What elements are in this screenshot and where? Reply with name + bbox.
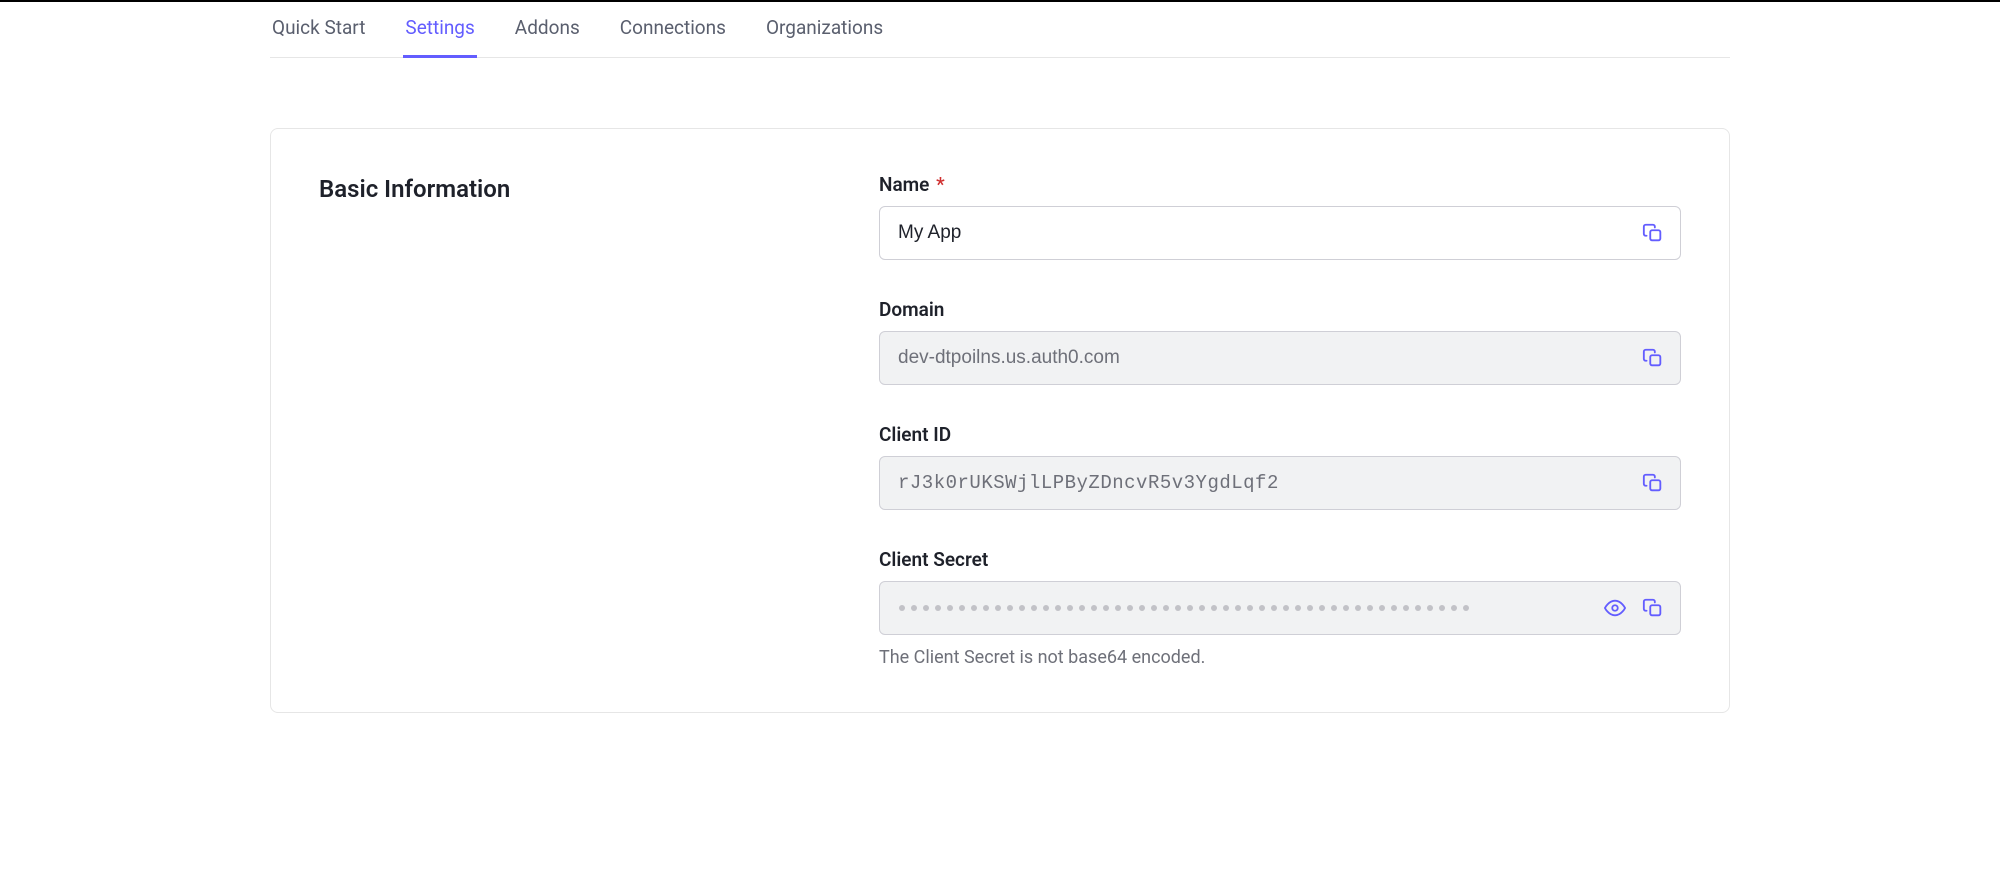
field-client-id: Client ID: [879, 423, 1681, 510]
domain-label: Domain: [879, 298, 1681, 321]
field-name: Name *: [879, 173, 1681, 260]
eye-icon[interactable]: [1601, 594, 1629, 622]
section-title: Basic Information: [319, 173, 839, 668]
name-label-text: Name: [879, 173, 929, 196]
name-label: Name *: [879, 173, 1681, 196]
client-id-label: Client ID: [879, 423, 1681, 446]
copy-icon[interactable]: [1639, 594, 1667, 622]
basic-info-card: Basic Information Name *: [270, 128, 1730, 713]
tab-quick-start[interactable]: Quick Start: [270, 2, 367, 58]
domain-input[interactable]: [879, 331, 1681, 385]
tab-settings[interactable]: Settings: [403, 2, 476, 58]
tab-addons[interactable]: Addons: [513, 2, 582, 58]
copy-icon[interactable]: [1639, 219, 1667, 247]
client-id-input[interactable]: [879, 456, 1681, 510]
client-secret-helper: The Client Secret is not base64 encoded.: [879, 647, 1681, 668]
tab-organizations[interactable]: Organizations: [764, 2, 885, 58]
field-client-secret: Client Secret: [879, 548, 1681, 668]
name-input[interactable]: [879, 206, 1681, 260]
tab-connections[interactable]: Connections: [618, 2, 728, 58]
tabs: Quick Start Settings Addons Connections …: [270, 2, 1730, 58]
client-secret-label: Client Secret: [879, 548, 1681, 571]
copy-icon[interactable]: [1639, 469, 1667, 497]
client-secret-input[interactable]: [879, 581, 1681, 635]
field-domain: Domain: [879, 298, 1681, 385]
required-indicator: *: [936, 173, 945, 196]
copy-icon[interactable]: [1639, 344, 1667, 372]
